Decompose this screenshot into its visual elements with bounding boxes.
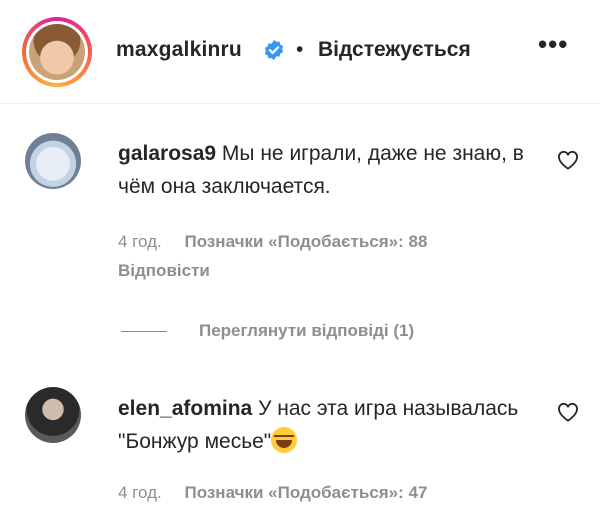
view-replies-label: Переглянути відповіді (1): [199, 321, 415, 340]
likes-count[interactable]: Позначки «Подобається»: 47: [184, 483, 427, 502]
author-username[interactable]: maxgalkinru: [116, 38, 242, 62]
comment-body: elen_afomina У нас эта игра называлась "…: [118, 392, 538, 458]
heart-outline-icon[interactable]: [557, 150, 579, 170]
author-avatar[interactable]: [22, 17, 92, 87]
likes-count[interactable]: Позначки «Подобається»: 88: [184, 232, 427, 251]
verified-badge-icon: [264, 39, 284, 61]
comment-meta: 4 год. Позначки «Подобається»: 47: [118, 483, 427, 503]
replies-divider-line: [121, 331, 167, 333]
comment-meta: 4 год. Позначки «Подобається»: 88: [118, 232, 427, 252]
comment-time: 4 год.: [118, 483, 162, 502]
comment-time: 4 год.: [118, 232, 162, 251]
follow-status-button[interactable]: Відстежується: [318, 38, 471, 62]
laughing-emoji-icon: [271, 427, 298, 453]
comment-username[interactable]: elen_afomina: [118, 397, 252, 420]
commenter-avatar[interactable]: [25, 133, 81, 189]
reply-button[interactable]: Відповісти: [118, 261, 210, 281]
separator-dot: •: [296, 38, 304, 61]
commenter-avatar[interactable]: [25, 387, 81, 443]
comment-username[interactable]: galarosa9: [118, 142, 216, 165]
view-replies-link[interactable]: Переглянути відповіді (1): [121, 321, 414, 341]
heart-outline-icon[interactable]: [557, 402, 579, 422]
post-header: maxgalkinru • Відстежується •••: [0, 0, 600, 104]
comment-body: galarosa9 Мы не играли, даже не знаю, в …: [118, 137, 538, 203]
more-options-icon[interactable]: •••: [538, 31, 570, 62]
avatar-image: [29, 24, 85, 80]
